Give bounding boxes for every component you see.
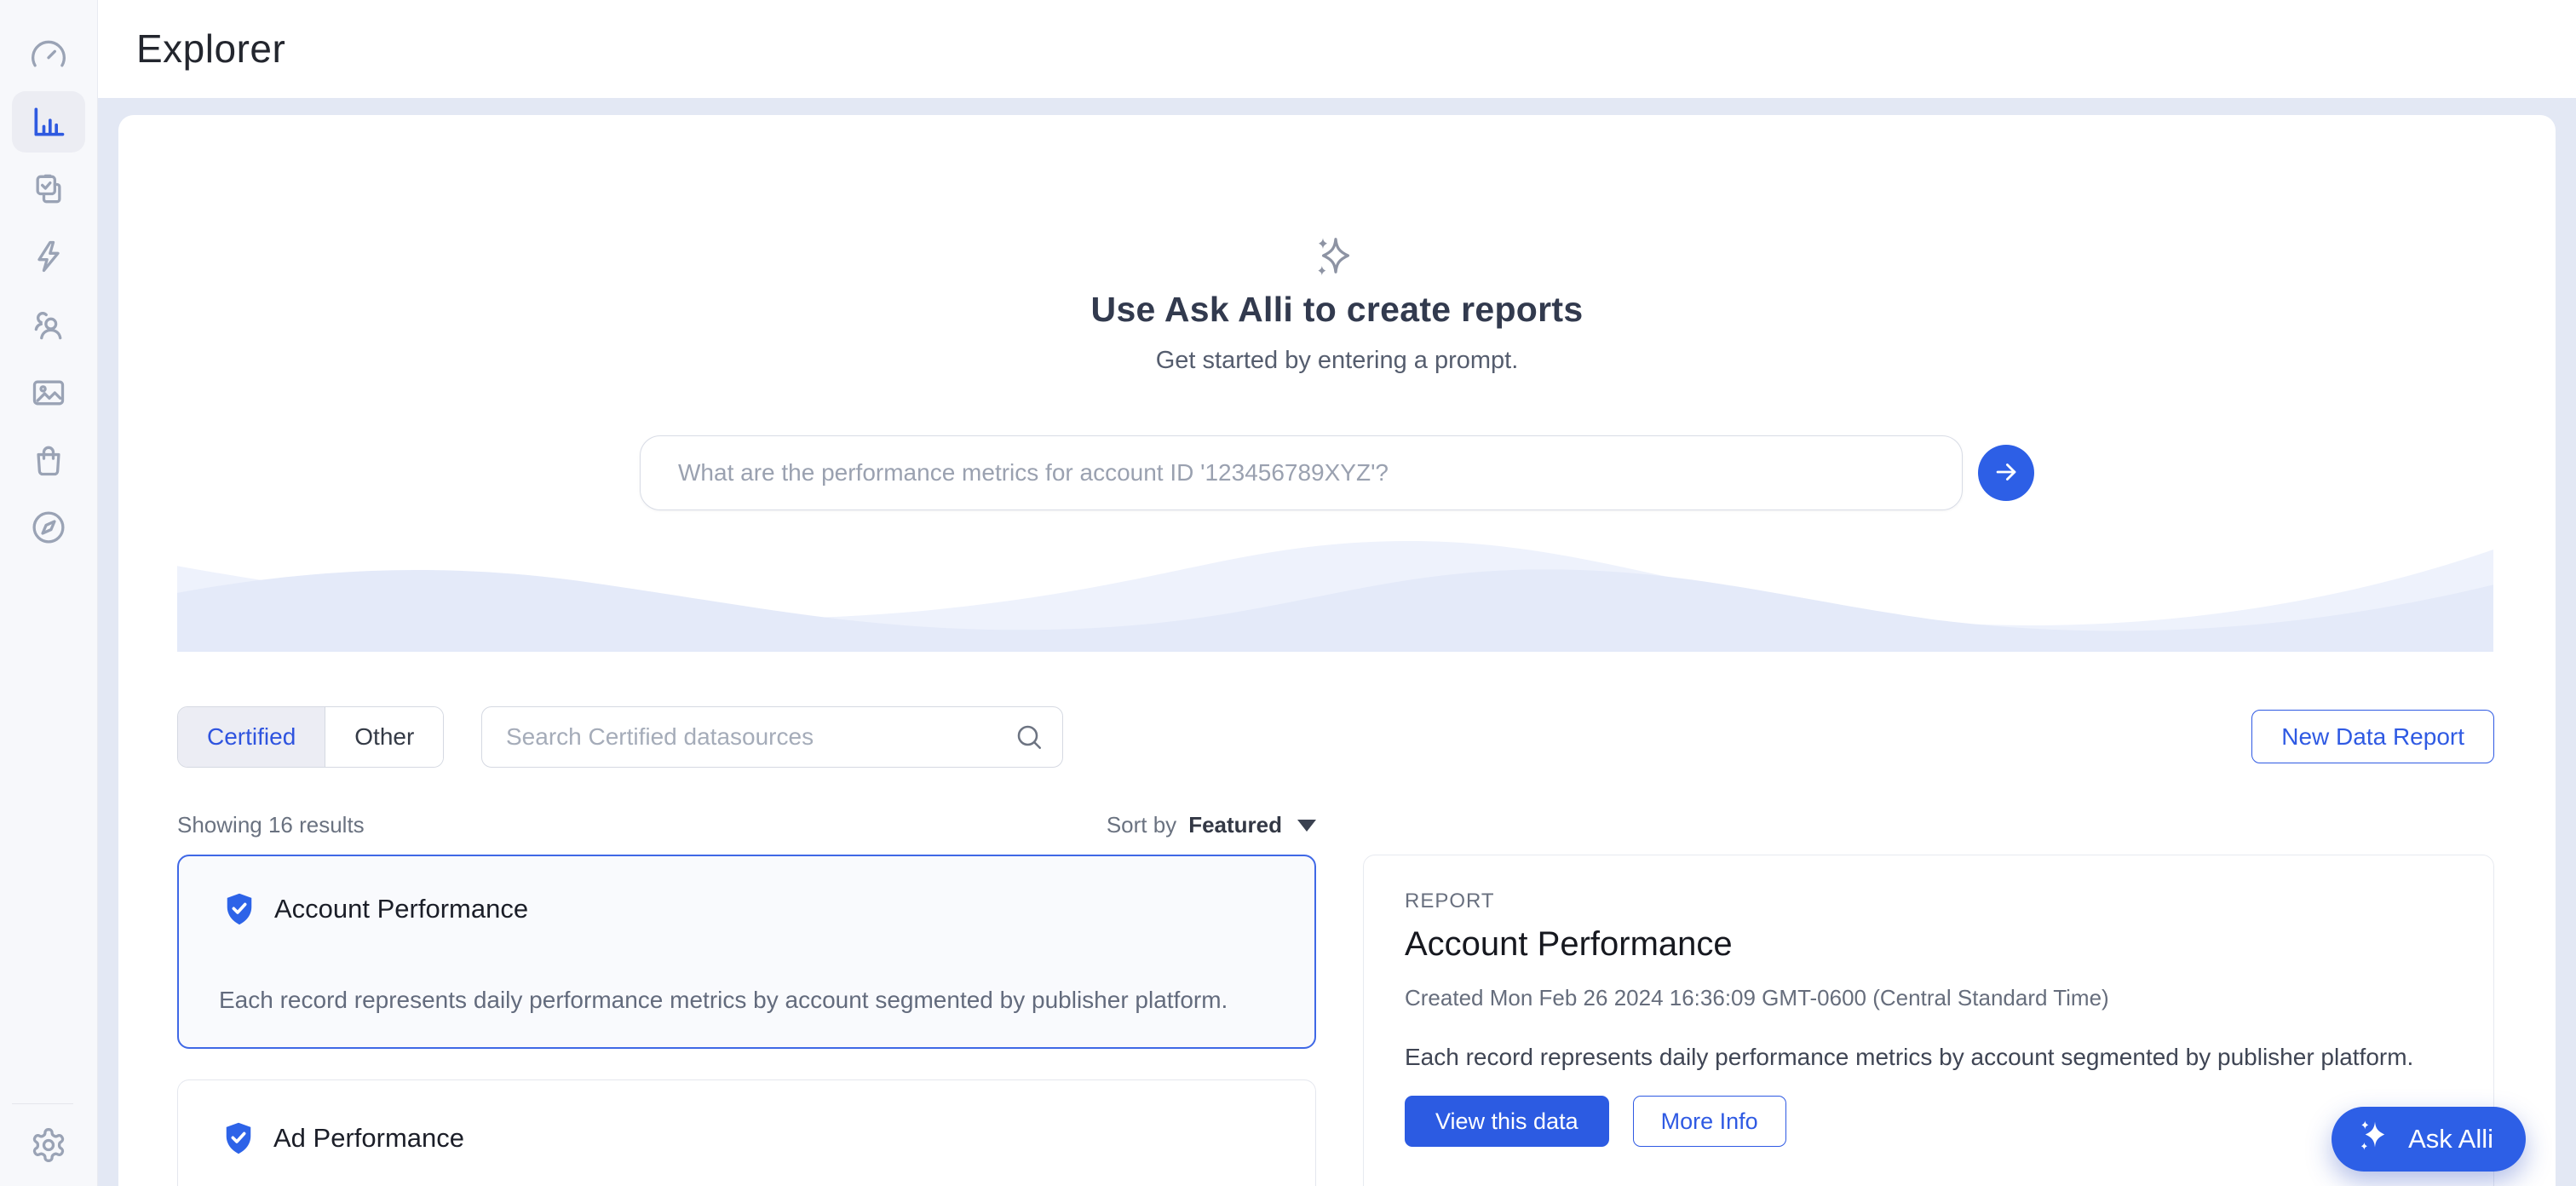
certified-other-tabs: Certified Other bbox=[177, 706, 444, 768]
shield-check-icon bbox=[222, 1120, 255, 1157]
prompt-submit-button[interactable] bbox=[1978, 445, 2034, 501]
view-this-data-button[interactable]: View this data bbox=[1405, 1096, 1609, 1147]
datasource-card-header: Account Performance bbox=[223, 890, 528, 928]
hero-title: Use Ask Alli to create reports bbox=[118, 290, 2556, 330]
new-data-report-button[interactable]: New Data Report bbox=[2251, 710, 2494, 763]
shopping-bag-icon[interactable] bbox=[30, 441, 67, 479]
report-description: Each record represents daily performance… bbox=[1405, 1041, 2452, 1074]
hero-subtitle: Get started by entering a prompt. bbox=[118, 347, 2556, 375]
list-controls: Certified Other New Data Report bbox=[177, 706, 2494, 768]
arrow-right-icon bbox=[1992, 458, 2021, 489]
top-header: Explorer bbox=[98, 0, 2576, 98]
sort-value: Featured bbox=[1188, 812, 1282, 838]
datasource-title: Account Performance bbox=[274, 894, 528, 924]
sparkles-icon bbox=[1314, 234, 1357, 280]
results-count: Showing 16 results bbox=[177, 812, 365, 838]
more-info-button[interactable]: More Info bbox=[1633, 1096, 1786, 1147]
datasource-card-ad-performance[interactable]: Ad Performance Each record represents da… bbox=[177, 1079, 1316, 1186]
prompt-input[interactable] bbox=[640, 435, 1963, 510]
image-icon[interactable] bbox=[30, 374, 67, 412]
clipboard-check-icon[interactable] bbox=[30, 170, 67, 208]
report-kicker: REPORT bbox=[1405, 890, 1495, 913]
compass-icon[interactable] bbox=[30, 509, 67, 546]
bar-chart-icon[interactable] bbox=[30, 103, 67, 141]
gear-icon[interactable] bbox=[30, 1126, 67, 1164]
page-title: Explorer bbox=[136, 26, 285, 72]
report-title: Account Performance bbox=[1405, 925, 1733, 964]
sidebar-divider bbox=[12, 1103, 73, 1104]
gauge-icon[interactable] bbox=[30, 36, 67, 73]
tab-other[interactable]: Other bbox=[325, 707, 443, 767]
ask-alli-button[interactable]: Ask Alli bbox=[2332, 1107, 2526, 1172]
tab-certified[interactable]: Certified bbox=[178, 707, 325, 767]
datasource-card-header: Ad Performance bbox=[222, 1120, 464, 1157]
search-icon bbox=[1014, 722, 1044, 752]
results-meta-row: Showing 16 results Sort by Featured bbox=[177, 807, 1316, 841]
sidebar bbox=[0, 0, 98, 1186]
sparkles-icon bbox=[2357, 1118, 2393, 1160]
sort-label: Sort by bbox=[1107, 812, 1176, 838]
shield-check-icon bbox=[223, 890, 256, 928]
chevron-down-icon bbox=[1297, 820, 1316, 832]
lightning-icon[interactable] bbox=[30, 238, 67, 275]
app-root: Explorer Use Ask Alli to create reports … bbox=[0, 0, 2576, 1186]
datasource-search-input[interactable] bbox=[481, 706, 1063, 768]
ask-alli-label: Ask Alli bbox=[2408, 1124, 2493, 1154]
datasource-card-account-performance[interactable]: Account Performance Each record represen… bbox=[177, 855, 1316, 1049]
datasource-title: Ad Performance bbox=[273, 1123, 464, 1154]
datasource-description: Each record represents daily performance… bbox=[219, 984, 1279, 1016]
users-icon[interactable] bbox=[30, 307, 67, 344]
report-created-timestamp: Created Mon Feb 26 2024 16:36:09 GMT-060… bbox=[1405, 985, 2109, 1011]
prompt-row bbox=[118, 435, 2556, 510]
report-actions: View this data More Info bbox=[1405, 1096, 1786, 1147]
report-detail-panel: REPORT Account Performance Created Mon F… bbox=[1363, 855, 2494, 1186]
datasource-search bbox=[481, 706, 1063, 768]
main-content-card: Use Ask Alli to create reports Get start… bbox=[118, 115, 2556, 1186]
wave-decoration bbox=[177, 529, 2493, 652]
sort-dropdown[interactable]: Sort by Featured bbox=[1107, 812, 1316, 838]
